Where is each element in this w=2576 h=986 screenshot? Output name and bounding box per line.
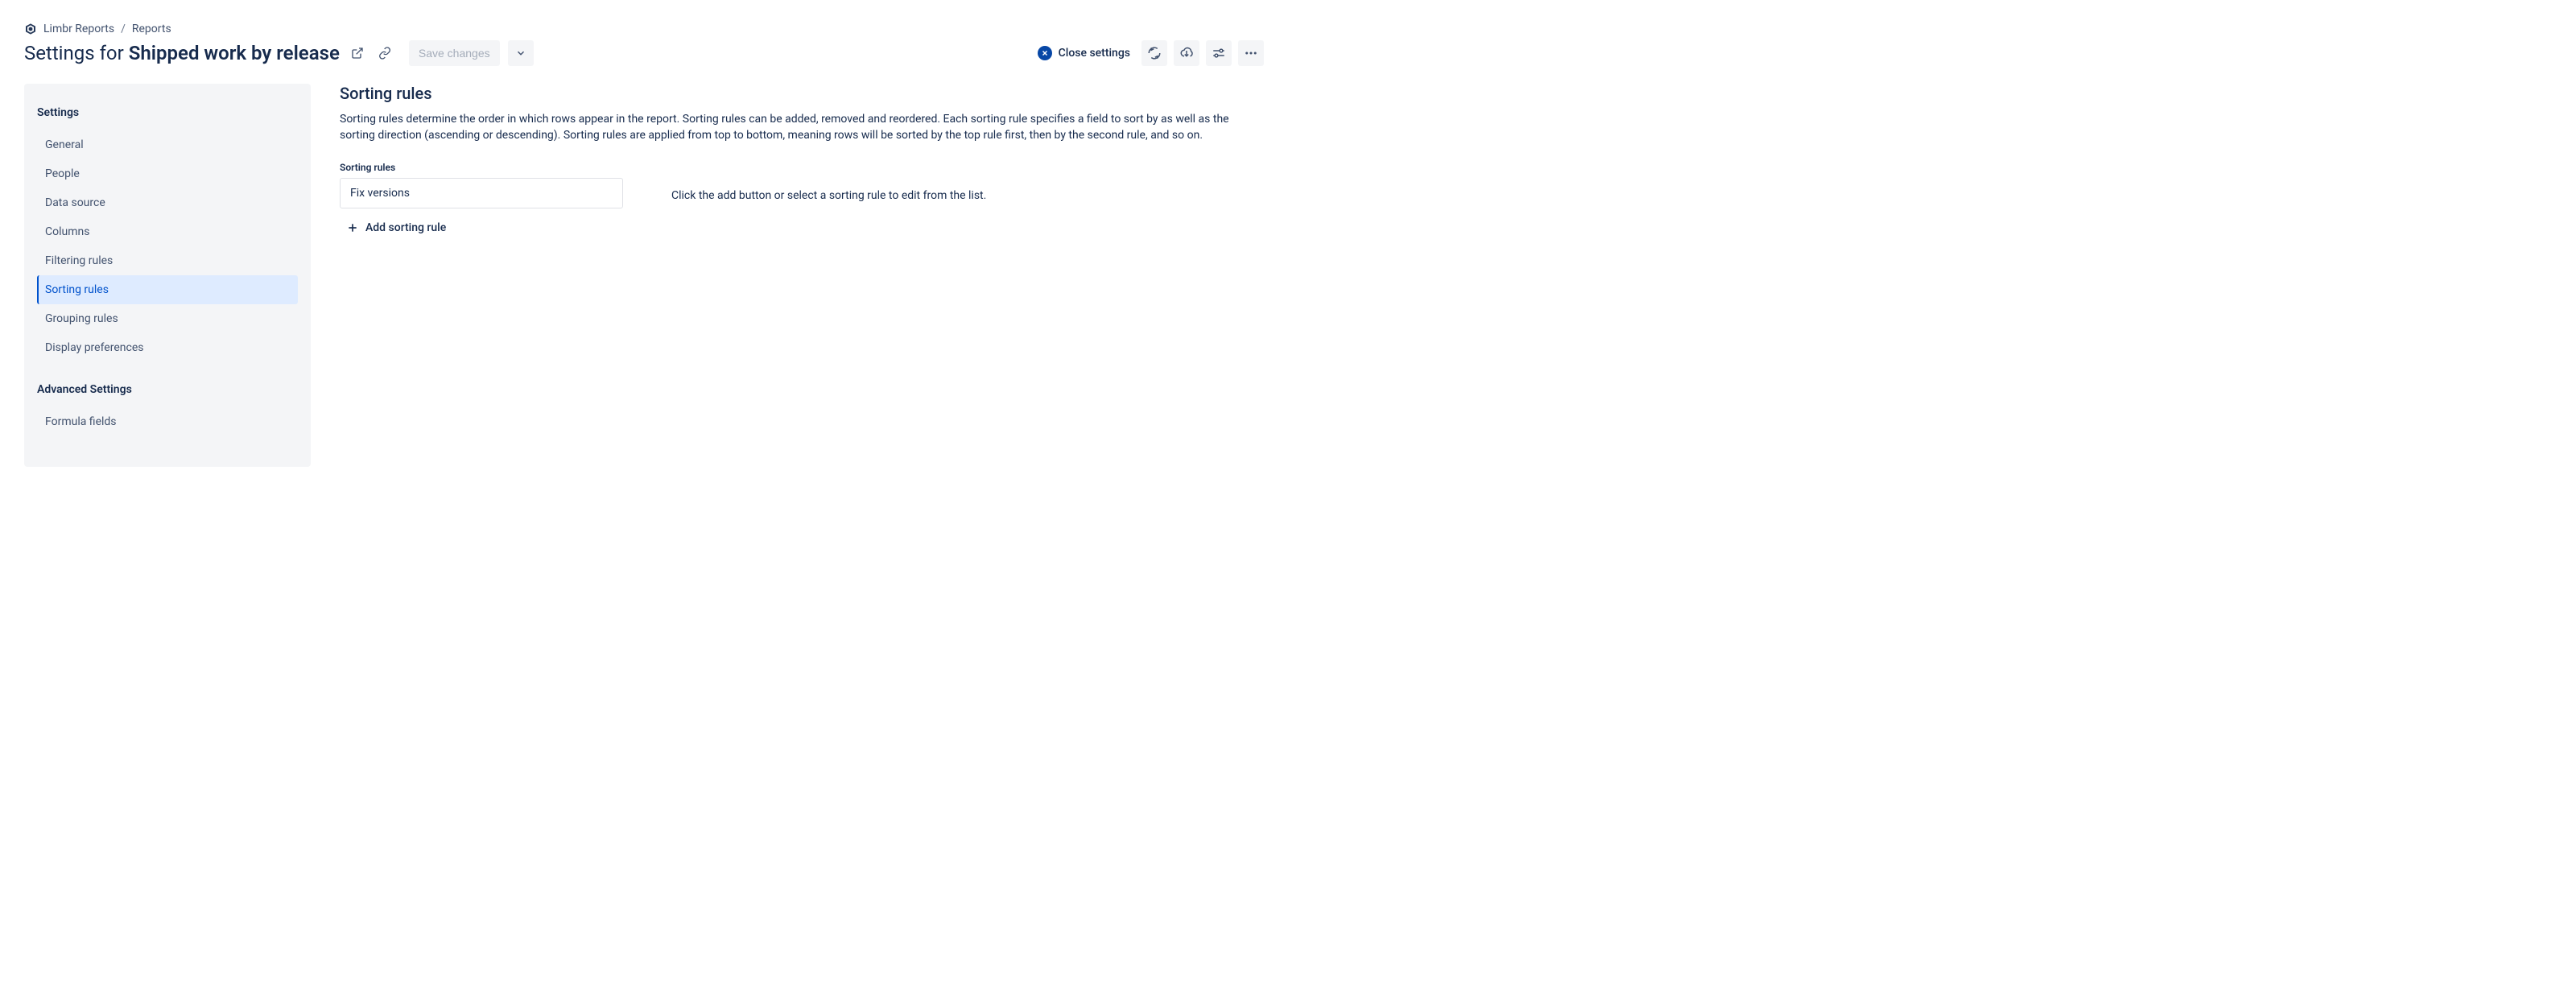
open-external-icon[interactable] <box>348 43 367 63</box>
sidebar-list-advanced: Formula fields <box>37 407 298 436</box>
breadcrumb-app[interactable]: Limbr Reports <box>43 23 114 35</box>
close-settings-button[interactable]: Close settings <box>1033 43 1135 64</box>
more-button[interactable] <box>1238 40 1264 66</box>
add-sorting-rule-button[interactable]: Add sorting rule <box>340 212 452 244</box>
save-changes-button[interactable]: Save changes <box>409 40 500 66</box>
panel-description: Sorting rules determine the order in whi… <box>340 111 1241 144</box>
rules-detail-placeholder: Click the add button or select a sorting… <box>671 162 1264 202</box>
sidebar-item-people[interactable]: People <box>37 159 298 188</box>
rules-row: Sorting rules Fix versions Add sorting r… <box>340 162 1264 244</box>
settings-sidebar: Settings General People Data source Colu… <box>24 84 311 467</box>
sidebar-item-display-preferences[interactable]: Display preferences <box>37 333 298 362</box>
title-wrap: Settings for Shipped work by release Sav… <box>24 40 534 66</box>
link-icon[interactable] <box>375 43 394 63</box>
breadcrumb: Limbr Reports / Reports <box>24 23 1264 35</box>
layout: Settings General People Data source Colu… <box>24 84 1264 467</box>
save-dropdown-button[interactable] <box>508 40 534 66</box>
sorting-rule-item[interactable]: Fix versions <box>340 178 623 208</box>
sidebar-item-grouping-rules[interactable]: Grouping rules <box>37 304 298 333</box>
sidebar-item-data-source[interactable]: Data source <box>37 188 298 217</box>
sidebar-section-settings: Settings <box>37 100 298 127</box>
sidebar-item-sorting-rules[interactable]: Sorting rules <box>37 275 298 304</box>
add-sorting-rule-label: Add sorting rule <box>365 221 446 234</box>
title-report-name: Shipped work by release <box>129 42 340 64</box>
close-settings-label: Close settings <box>1059 47 1130 60</box>
refresh-button[interactable] <box>1141 40 1167 66</box>
download-cloud-button[interactable] <box>1174 40 1199 66</box>
plus-icon <box>346 221 359 234</box>
placeholder-text: Click the add button or select a sorting… <box>671 189 986 202</box>
sidebar-item-formula-fields[interactable]: Formula fields <box>37 407 298 436</box>
header-actions: Close settings <box>1033 40 1264 66</box>
sliders-button[interactable] <box>1206 40 1232 66</box>
page-title: Settings for Shipped work by release <box>24 42 340 64</box>
title-prefix: Settings for <box>24 42 124 64</box>
rules-list-column: Sorting rules Fix versions Add sorting r… <box>340 162 623 244</box>
app-logo-icon <box>24 23 37 35</box>
breadcrumb-section[interactable]: Reports <box>132 23 171 35</box>
sidebar-item-filtering-rules[interactable]: Filtering rules <box>37 246 298 275</box>
sidebar-section-advanced: Advanced Settings <box>37 377 298 404</box>
close-icon <box>1038 46 1052 60</box>
panel-heading: Sorting rules <box>340 84 1264 103</box>
rules-label: Sorting rules <box>340 162 623 173</box>
sidebar-item-general[interactable]: General <box>37 130 298 159</box>
page-header: Settings for Shipped work by release Sav… <box>24 40 1264 66</box>
breadcrumb-separator: / <box>121 23 126 35</box>
main-panel: Sorting rules Sorting rules determine th… <box>340 84 1264 244</box>
sidebar-item-columns[interactable]: Columns <box>37 217 298 246</box>
sidebar-list-settings: General People Data source Columns Filte… <box>37 130 298 362</box>
